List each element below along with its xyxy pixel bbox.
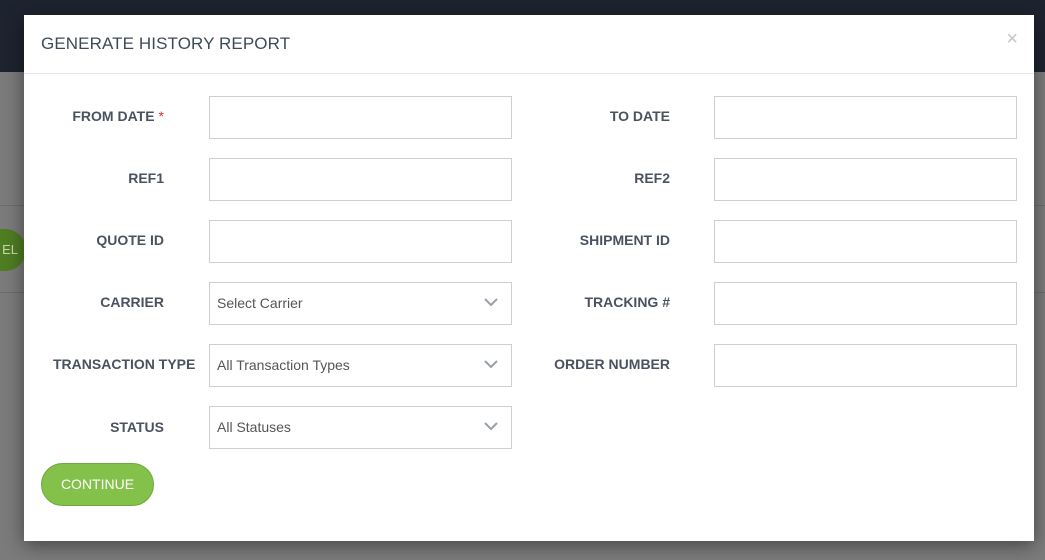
order-number-label: ORDER NUMBER (554, 356, 670, 372)
transaction-type-label: TRANSACTION TYPE (53, 356, 196, 372)
carrier-selected-value: Select Carrier (217, 295, 303, 311)
chevron-down-icon (484, 298, 498, 307)
shipment-id-label: SHIPMENT ID (579, 232, 670, 248)
from-date-label: FROM DATE * (41, 106, 164, 126)
chevron-down-icon (484, 422, 498, 431)
ref1-field[interactable] (209, 158, 512, 201)
transaction-type-selected-value: All Transaction Types (217, 357, 350, 373)
ref1-label: REF1 (128, 170, 164, 186)
tracking-label: TRACKING # (584, 294, 670, 310)
to-date-label: TO DATE (609, 108, 670, 124)
carrier-label: CARRIER (100, 294, 164, 310)
chevron-down-icon (484, 360, 498, 369)
from-date-label-text: FROM DATE (72, 108, 155, 124)
ref2-field[interactable] (714, 158, 1017, 201)
required-marker: * (158, 108, 164, 124)
generate-history-report-modal: GENERATE HISTORY REPORT × FROM DATE * TO … (24, 15, 1034, 541)
modal-header: GENERATE HISTORY REPORT × (24, 15, 1034, 74)
order-number-field[interactable] (714, 344, 1017, 387)
status-selected-value: All Statuses (217, 419, 291, 435)
status-label: STATUS (110, 419, 164, 435)
tracking-field[interactable] (714, 282, 1017, 325)
from-date-field[interactable] (209, 96, 512, 139)
modal-title: GENERATE HISTORY REPORT (41, 34, 291, 53)
carrier-select[interactable]: Select Carrier (209, 282, 512, 325)
close-icon[interactable]: × (1006, 29, 1018, 49)
status-select[interactable]: All Statuses (209, 406, 512, 449)
continue-button[interactable]: CONTINUE (41, 463, 154, 506)
transaction-type-select[interactable]: All Transaction Types (209, 344, 512, 387)
shipment-id-field[interactable] (714, 220, 1017, 263)
ref2-label: REF2 (634, 170, 670, 186)
quote-id-field[interactable] (209, 220, 512, 263)
to-date-field[interactable] (714, 96, 1017, 139)
quote-id-label: QUOTE ID (96, 232, 164, 248)
